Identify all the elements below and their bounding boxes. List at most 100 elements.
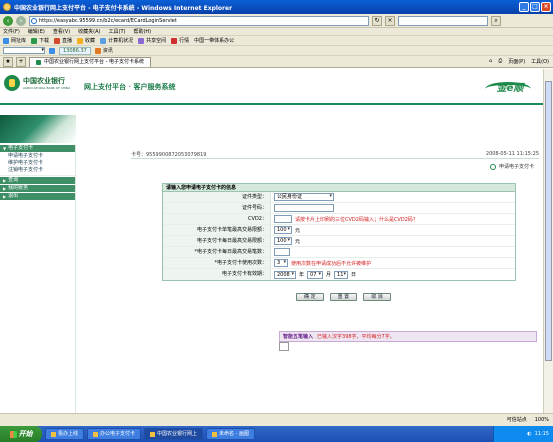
menu-edit[interactable]: 编辑(E) xyxy=(28,28,45,35)
sidebar-item-apply[interactable]: 申请电子支付卡 xyxy=(0,153,75,160)
circle-icon xyxy=(489,163,496,170)
form-row-daily-limit: 电子支付卡每日最高交易限额： 100 元 xyxy=(163,236,515,247)
use-count-select[interactable]: 3 xyxy=(274,259,288,267)
windows-logo-icon xyxy=(9,430,17,438)
abc-logo-icon xyxy=(4,75,20,91)
taskbar-item[interactable]: 极办上线 xyxy=(45,428,85,440)
print-icon[interactable]: ⎙ xyxy=(498,58,502,65)
form-row-single-limit: 电子支付卡单笔最高交易限额： 100 元 xyxy=(163,225,515,236)
toolbar-news[interactable]: 资讯 xyxy=(94,47,113,54)
cvd2-hint[interactable]: 请按卡片上印刷的三位CVD2码输入；什么是CVD2码？ xyxy=(295,216,418,223)
menu-favorites[interactable]: 收藏夹(A) xyxy=(78,28,100,35)
minimize-button[interactable]: _ xyxy=(519,2,529,12)
maximize-button[interactable]: □ xyxy=(530,2,540,12)
status-bar: 可信站点 100% xyxy=(0,413,553,426)
form-row-use-count: *电子支付卡使用次数： 3 使用次数在申请成功后不允许被维护 xyxy=(163,258,515,269)
taskbar-item-active[interactable]: 中国农业银行网上 xyxy=(144,428,204,440)
sidebar: ▼ 电子支付卡 申请电子支付卡 维护电子支付卡 注销电子支付卡 ▶ 查询 ▶ 我… xyxy=(0,145,76,413)
expiry-year-select[interactable]: 2008 xyxy=(274,270,296,279)
favorites-star-icon[interactable]: ★ xyxy=(3,56,13,67)
tools-menu[interactable]: 工具(O) xyxy=(531,58,549,65)
zoom-level[interactable]: 100% xyxy=(535,417,549,423)
tab-bar: ★ + 中国农业银行网上支付平台 - 电子支付卡系统 ⌂ ⎙ 页面(P) 工具(… xyxy=(0,56,553,68)
cvd2-input[interactable] xyxy=(274,215,292,223)
reset-button[interactable]: 重 置 xyxy=(329,293,358,301)
cancel-button[interactable]: 取 消 xyxy=(363,293,391,301)
card-number: 卡号：955990087205307981​9 xyxy=(131,152,207,158)
live-icon xyxy=(54,37,61,44)
share-icon xyxy=(138,37,145,44)
menu-file[interactable]: 文件(F) xyxy=(3,28,20,35)
ime-candidate-box xyxy=(279,342,289,351)
menu-help[interactable]: 帮助(H) xyxy=(133,28,151,35)
links-item-live[interactable]: 直播 xyxy=(54,37,72,44)
star-icon xyxy=(77,37,84,44)
address-bar: ‹ › https://easyabc.95599.cn/b2c/ecard/E… xyxy=(0,14,553,28)
abc-tab-icon xyxy=(36,59,41,65)
bank-header: 中国农业银行 AGRICULTURAL BANK OF CHINA 网上支付平台… xyxy=(0,69,543,105)
vertical-scrollbar[interactable] xyxy=(543,69,553,413)
ime-name: 智能五笔输入 xyxy=(283,334,314,340)
ime-toolbar[interactable]: 智能五笔输入 已输入汉字398字，平均每分7字。 xyxy=(279,331,537,342)
chevron-right-icon: ▶ xyxy=(3,186,7,191)
tray-icon[interactable]: ◐ xyxy=(527,431,531,437)
chevron-right-icon: ▶ xyxy=(3,194,7,199)
window-title: 中国农业银行网上支付平台 - 电子支付卡系统 - Windows Interne… xyxy=(14,4,233,12)
links-item-share[interactable]: 共享空间 xyxy=(138,37,166,44)
expiry-day-select[interactable]: 11 xyxy=(334,270,349,279)
back-button[interactable]: ‹ xyxy=(3,15,13,26)
toolbar-dropdown[interactable] xyxy=(3,47,45,54)
home-icon[interactable]: ⌂ xyxy=(489,58,492,65)
confirm-button[interactable]: 确 定 xyxy=(296,293,324,301)
stop-button[interactable]: × xyxy=(385,15,395,26)
close-button[interactable]: × xyxy=(541,2,551,12)
search-input[interactable] xyxy=(398,15,488,26)
start-button[interactable]: 开始 xyxy=(0,426,42,442)
links-item-quotes[interactable]: 行情 xyxy=(171,37,189,44)
sidebar-section-exit[interactable]: ▶ 退出 xyxy=(0,193,75,200)
login-datetime: 2008-05-11 11:15:25 xyxy=(485,151,539,157)
app-icon xyxy=(51,431,56,437)
expiry-month-select[interactable]: 07 xyxy=(307,270,324,279)
daily-count-input[interactable] xyxy=(274,248,290,256)
id-number-input[interactable] xyxy=(274,204,334,212)
paint-icon xyxy=(212,431,218,437)
scrollbar-thumb[interactable] xyxy=(545,81,552,361)
page-icon xyxy=(31,17,37,24)
links-item-favorites[interactable]: 收藏 xyxy=(77,37,95,44)
search-icon[interactable]: ⌕ xyxy=(491,15,501,26)
links-item-web[interactable]: 网址库 xyxy=(3,37,26,44)
sidebar-item-maintain[interactable]: 维护电子支付卡 xyxy=(0,160,75,167)
bank-logo: 中国农业银行 AGRICULTURAL BANK OF CHINA xyxy=(4,75,70,91)
chevron-right-icon: ▶ xyxy=(3,178,7,183)
links-item-office[interactable]: 中国一带体系办公 xyxy=(194,37,234,44)
sidebar-section-account[interactable]: ▶ 我的账务 xyxy=(0,185,75,192)
taskbar-item[interactable]: 办公电子支付卡 xyxy=(87,428,142,440)
sidebar-section-query[interactable]: ▶ 查询 xyxy=(0,177,75,184)
add-favorite-icon[interactable]: + xyxy=(16,56,26,67)
forward-button[interactable]: › xyxy=(16,15,26,26)
menu-bar: 文件(F) 编辑(E) 查看(V) 收藏夹(A) 工具(T) 帮助(H) xyxy=(0,28,553,36)
links-item-download[interactable]: 下载 xyxy=(31,37,49,44)
menu-tools[interactable]: 工具(T) xyxy=(109,28,126,35)
form-row-id-number: 证件号码： xyxy=(163,203,515,214)
url-input[interactable]: https://easyabc.95599.cn/b2c/ecard/ECard… xyxy=(29,15,369,26)
daily-limit-select[interactable]: 100 xyxy=(274,237,292,245)
links-item-pc-status[interactable]: 计算机状况 xyxy=(100,37,133,44)
brand-logo: 金e顺 xyxy=(485,74,535,98)
refresh-button[interactable]: ↻ xyxy=(372,15,382,26)
sidebar-item-cancel[interactable]: 注销电子支付卡 xyxy=(0,167,75,174)
taskbar-item[interactable]: 未命名 - 画图 xyxy=(206,428,256,440)
use-count-hint: 使用次数在申请成功后不允许被维护 xyxy=(291,260,372,267)
page-menu[interactable]: 页面(P) xyxy=(508,58,525,65)
single-limit-select[interactable]: 100 xyxy=(274,226,292,234)
main-content: 卡号：955990087205307981​9 2008-05-11 11:15… xyxy=(84,145,539,413)
tab-active[interactable]: 中国农业银行网上支付平台 - 电子支付卡系统 xyxy=(29,56,151,67)
ime-counter: 已输入汉字398字，平均每分7字。 xyxy=(317,334,395,340)
menu-view[interactable]: 查看(V) xyxy=(53,28,70,35)
sidebar-section-ecard[interactable]: ▼ 电子支付卡 xyxy=(0,145,75,152)
toolbar-tool-icon[interactable] xyxy=(49,47,55,54)
app-icon xyxy=(93,431,99,437)
id-type-select[interactable]: 公民身份证 xyxy=(274,193,334,201)
links-toolbar: 网址库 下载 直播 收藏 计算机状况 共享空间 行情 中国一带体系办公 xyxy=(0,36,553,46)
